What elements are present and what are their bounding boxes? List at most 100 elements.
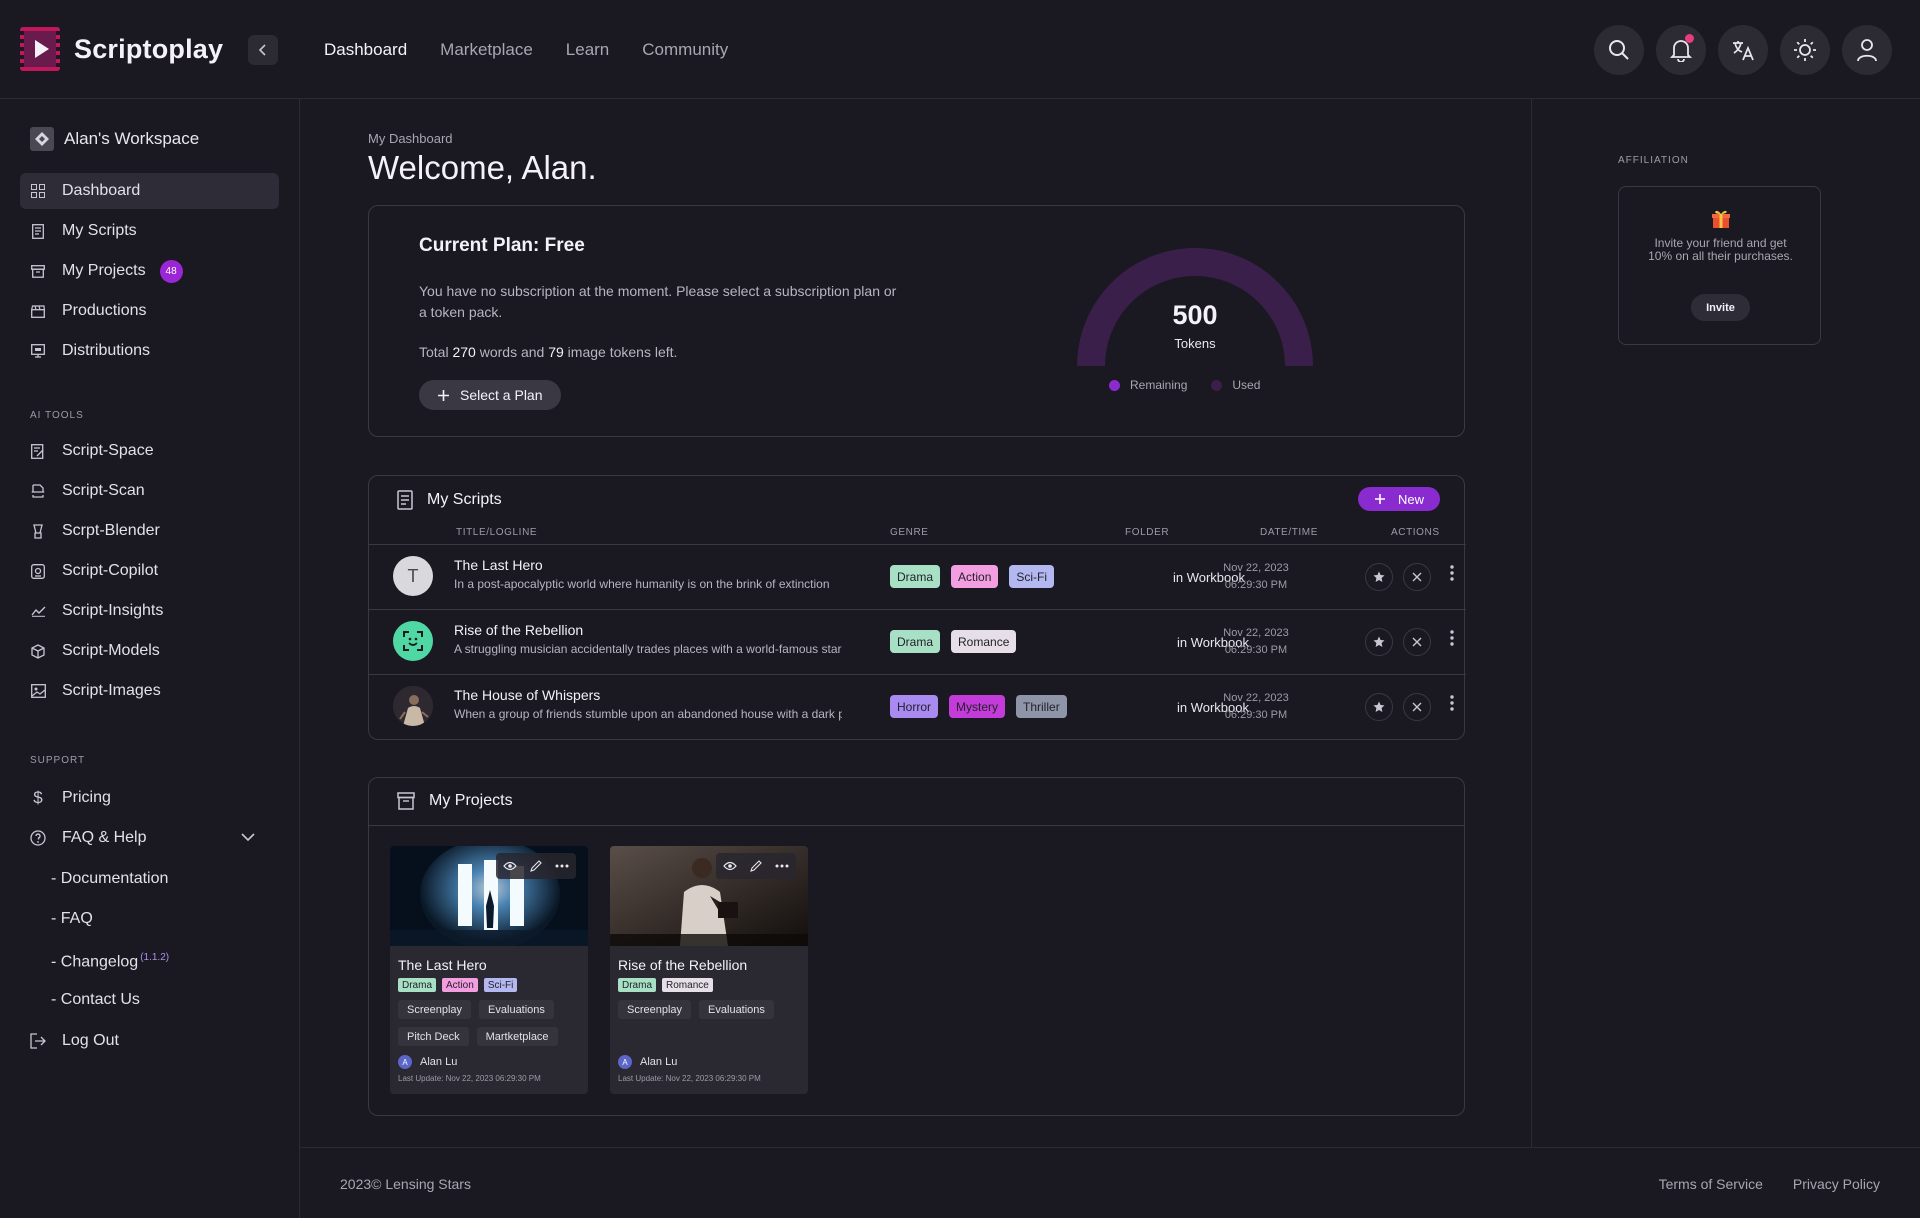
monitor-icon: [30, 343, 46, 359]
edit-icon[interactable]: [750, 860, 762, 872]
remove-button[interactable]: [1403, 563, 1431, 591]
app-name: Scriptoplay: [74, 33, 224, 64]
nav-dashboard[interactable]: Dashboard: [324, 40, 407, 60]
privacy-link[interactable]: Privacy Policy: [1793, 1176, 1880, 1192]
project-updated: Last Update: Nov 22, 2023 06:29:30 PM: [398, 1074, 541, 1083]
theme-toggle-button[interactable]: [1780, 25, 1830, 75]
sidebar-item-my-scripts[interactable]: My Scripts: [20, 213, 279, 249]
sidebar-item-log-out[interactable]: Log Out: [20, 1023, 279, 1059]
notification-dot: [1685, 34, 1694, 43]
project-card[interactable]: Rise of the Rebellion Drama Romance Scre…: [610, 846, 808, 1094]
sidebar-item-my-projects[interactable]: My Projects 48: [20, 253, 279, 289]
eye-icon[interactable]: [502, 861, 517, 871]
sidebar-sub-faq[interactable]: - FAQ: [51, 910, 93, 928]
word-tokens-count: 270: [452, 344, 476, 360]
module-chip[interactable]: Screenplay: [398, 1000, 472, 1019]
script-datetime: Nov 22, 2023 06:29:30 PM: [1223, 562, 1289, 591]
sidebar-item-productions[interactable]: Productions: [20, 293, 279, 329]
remove-button[interactable]: [1403, 628, 1431, 656]
profile-button[interactable]: [1842, 25, 1892, 75]
workspace-icon: [30, 127, 54, 151]
sidebar-item-label: Script-Images: [62, 682, 161, 699]
project-card[interactable]: The Last Hero Drama Action Sci-Fi Screen…: [390, 846, 588, 1094]
new-script-button[interactable]: New: [1357, 487, 1440, 511]
script-logline: In a post-apocalyptic world where humani…: [454, 577, 830, 591]
project-modules: Screenplay Evaluations: [618, 1000, 808, 1019]
sidebar-item-label: My Scripts: [62, 222, 137, 239]
table-row[interactable]: Rise of the Rebellion A struggling music…: [369, 609, 1466, 674]
script-datetime: Nov 22, 2023 06:29:30 PM: [1223, 627, 1289, 656]
edit-icon[interactable]: [530, 860, 542, 872]
archive-icon: [397, 792, 415, 810]
sidebar-item-distributions[interactable]: Distributions: [20, 333, 279, 369]
module-chip[interactable]: Screenplay: [618, 1000, 692, 1019]
ai-tools-heading: AI TOOLS: [30, 410, 84, 421]
invite-button[interactable]: Invite: [1691, 294, 1750, 321]
logo[interactable]: Scriptoplay: [20, 27, 223, 71]
more-vertical-icon[interactable]: [1450, 695, 1454, 716]
sidebar-item-dashboard[interactable]: Dashboard: [20, 173, 279, 209]
module-chip[interactable]: Evaluations: [699, 1000, 774, 1019]
select-plan-button[interactable]: Select a Plan: [419, 380, 561, 410]
more-vertical-icon[interactable]: [1450, 630, 1454, 651]
user-icon: [1857, 39, 1877, 62]
chevron-down-icon[interactable]: [241, 829, 255, 847]
script-title[interactable]: The Last Hero: [454, 557, 543, 573]
project-genres: Drama Romance: [618, 978, 713, 992]
image-tokens-count: 79: [548, 344, 564, 360]
sidebar-item-scrpt-blender[interactable]: Scrpt-Blender: [20, 513, 279, 549]
project-owner: A Alan Lu: [398, 1055, 457, 1069]
table-row[interactable]: The House of Whispers When a group of fr…: [369, 674, 1466, 739]
sidebar-item-pricing[interactable]: $ Pricing: [20, 780, 279, 816]
more-horizontal-icon[interactable]: [555, 864, 569, 868]
nav-community[interactable]: Community: [642, 40, 728, 60]
project-genres: Drama Action Sci-Fi: [398, 978, 518, 992]
module-chip[interactable]: Evaluations: [479, 1000, 554, 1019]
archive-icon: [30, 263, 46, 279]
sidebar-sub-contact-us[interactable]: - Contact Us: [51, 991, 140, 1009]
copyright: 2023© Lensing Stars: [340, 1176, 471, 1192]
gauge-legend: Remaining Used: [1109, 378, 1260, 392]
close-icon: [1412, 637, 1422, 647]
sidebar-collapse-button[interactable]: [248, 35, 278, 65]
close-icon: [1412, 572, 1422, 582]
favorite-button[interactable]: [1365, 693, 1393, 721]
sidebar-item-script-models[interactable]: Script-Models: [20, 633, 279, 669]
legend-remaining-dot: [1109, 379, 1120, 391]
sidebar-sub-changelog[interactable]: - Changelog (1.1.2): [51, 952, 169, 971]
genre-tags: Drama Action Sci-Fi: [890, 565, 1055, 588]
favorite-button[interactable]: [1365, 628, 1393, 656]
remove-button[interactable]: [1403, 693, 1431, 721]
script-title[interactable]: The House of Whispers: [454, 687, 600, 703]
sidebar-sub-documentation[interactable]: - Documentation: [51, 870, 168, 888]
sidebar-item-script-scan[interactable]: Script-Scan: [20, 473, 279, 509]
nav-learn[interactable]: Learn: [566, 40, 609, 60]
more-horizontal-icon[interactable]: [775, 864, 789, 868]
script-icon: [30, 223, 46, 239]
my-scripts-card: My Scripts New TITLE/LOGLINE GENRE FOLDE…: [368, 475, 1466, 740]
table-row[interactable]: T The Last Hero In a post-apocalyptic wo…: [369, 544, 1466, 609]
sidebar-item-script-images[interactable]: Script-Images: [20, 673, 279, 709]
nav-marketplace[interactable]: Marketplace: [440, 40, 533, 60]
sidebar-item-script-copilot[interactable]: Script-Copilot: [20, 553, 279, 589]
sidebar-item-faq-help[interactable]: FAQ & Help: [20, 820, 279, 856]
genre-tag: Drama: [618, 978, 657, 992]
eye-icon[interactable]: [722, 861, 737, 871]
translate-icon: [1733, 41, 1754, 61]
search-button[interactable]: [1594, 25, 1644, 75]
favorite-button[interactable]: [1365, 563, 1393, 591]
more-vertical-icon[interactable]: [1450, 565, 1454, 586]
module-chip[interactable]: Martketplace: [476, 1027, 558, 1046]
star-icon: [1373, 701, 1385, 712]
script-title[interactable]: Rise of the Rebellion: [454, 622, 583, 638]
module-chip[interactable]: Pitch Deck: [398, 1027, 469, 1046]
genre-tag: Mystery: [949, 695, 1006, 718]
notifications-button[interactable]: [1656, 25, 1706, 75]
language-button[interactable]: [1718, 25, 1768, 75]
token-gauge: 500 Tokens: [1065, 240, 1325, 390]
workspace-selector[interactable]: Alan's Workspace: [30, 127, 199, 151]
scan-icon: [30, 483, 46, 499]
sidebar-item-script-space[interactable]: Script-Space: [20, 433, 279, 469]
sidebar-item-script-insights[interactable]: Script-Insights: [20, 593, 279, 629]
terms-link[interactable]: Terms of Service: [1659, 1176, 1763, 1192]
